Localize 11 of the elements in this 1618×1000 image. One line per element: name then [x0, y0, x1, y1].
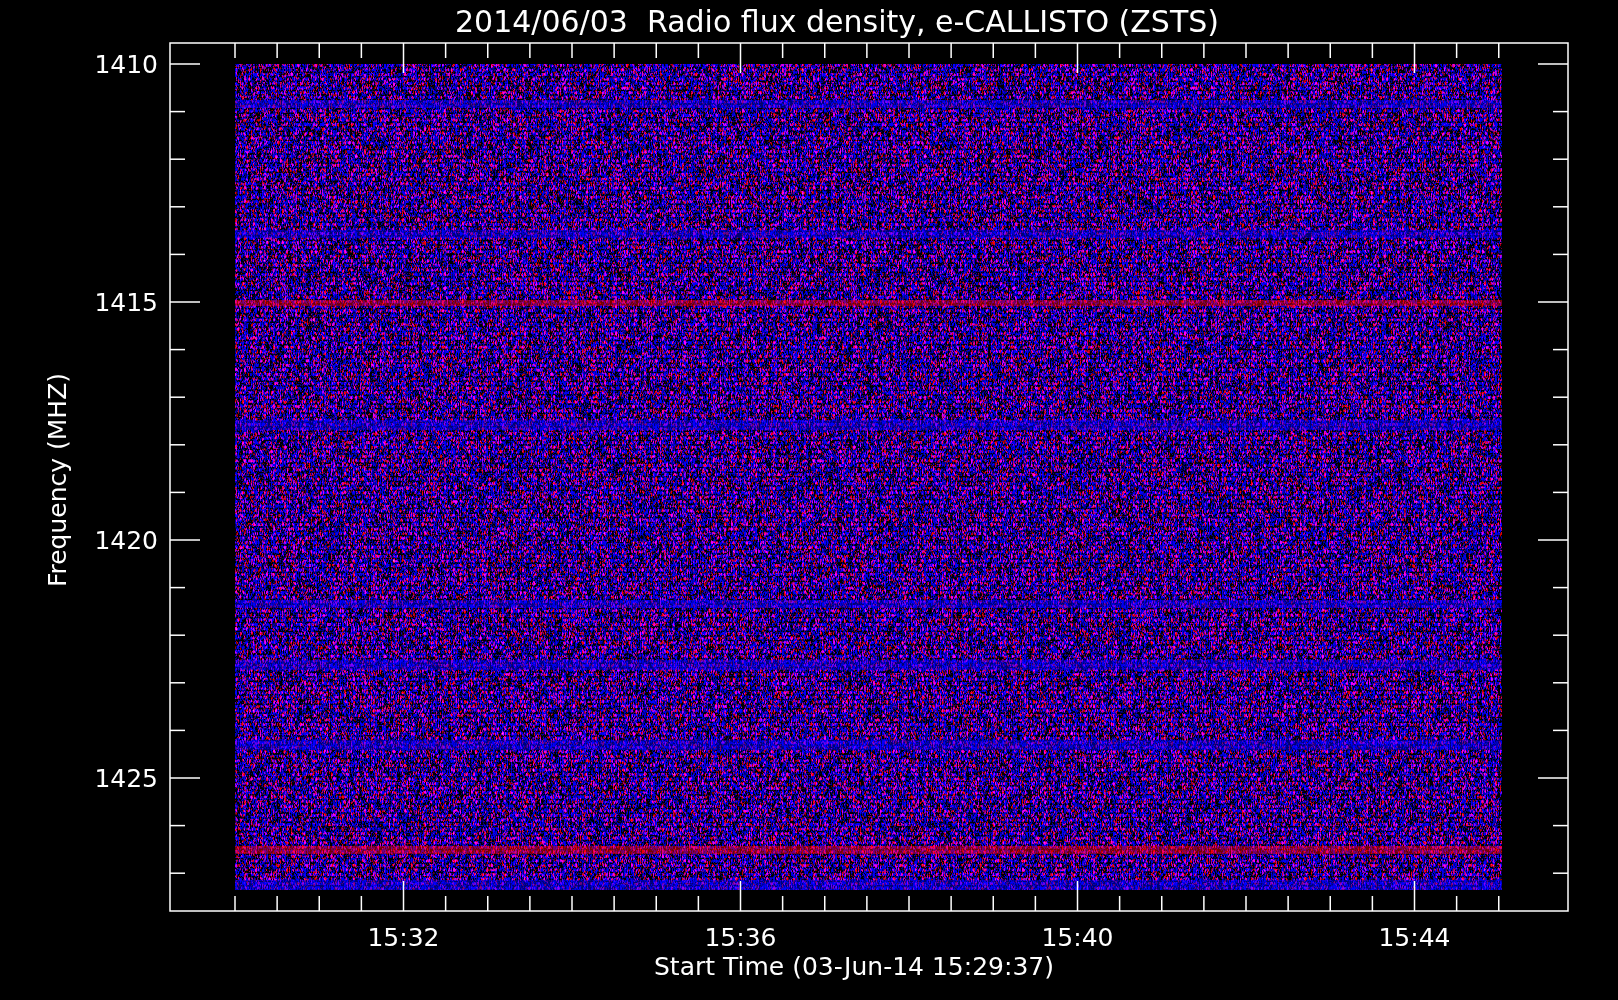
axis-label: Start Time (03-Jun-14 15:29:37): [654, 952, 1054, 981]
tick-label: 15:40: [1041, 923, 1114, 952]
tick-label: 1410: [94, 50, 158, 79]
tick-label: 15:44: [1378, 923, 1451, 952]
tick-label: 1425: [94, 764, 158, 793]
tick-label: 15:36: [704, 923, 777, 952]
tick-label: 1415: [94, 288, 158, 317]
axis-label: Frequency (MHZ): [43, 372, 72, 588]
plot-title: 2014/06/03 Radio flux density, e-CALLISTO (ZSTS): [455, 4, 1219, 39]
tick-label: 1420: [94, 526, 158, 555]
tick-label: 15:32: [367, 923, 440, 952]
